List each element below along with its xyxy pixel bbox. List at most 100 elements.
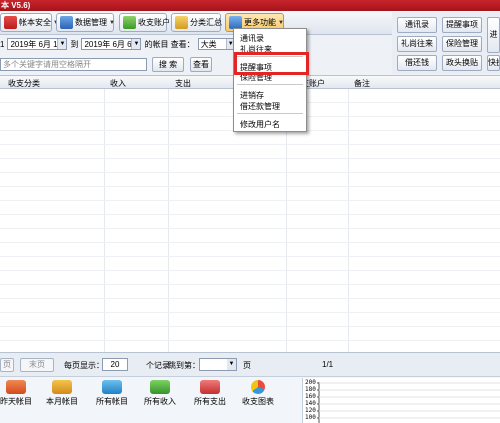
row-line: [0, 228, 500, 229]
toolbar-label: 分类汇总: [190, 18, 222, 27]
money-bag-icon: [123, 16, 136, 29]
row-line: [0, 172, 500, 173]
page-info: 1/1: [322, 360, 334, 369]
view-select[interactable]: 大类 ▼: [197, 38, 236, 50]
chart-shortcut[interactable]: 收支图表: [234, 380, 282, 407]
gift-exchange-button[interactable]: 礼尚往来: [397, 36, 437, 52]
database-icon: [60, 16, 73, 29]
jump-label: 跳到第：: [168, 361, 200, 370]
highlight-box: [234, 52, 309, 75]
toolbar-label: 收支账户: [138, 18, 170, 27]
insurance-button[interactable]: 保险管理: [442, 36, 482, 52]
row-line: [0, 312, 500, 313]
shortcut-label: 所有支出: [194, 397, 226, 406]
page-suffix: 页: [243, 361, 251, 370]
toolbar-label: 帐本安全: [19, 18, 51, 27]
column-header[interactable]: 收支分类: [8, 78, 40, 89]
column-divider: [168, 89, 169, 353]
column-header[interactable]: 备注: [354, 78, 370, 89]
swap-button[interactable]: 政头换贴: [442, 55, 482, 71]
menu-item-rename-user[interactable]: 修改用户名: [240, 119, 280, 130]
column-divider: [348, 89, 349, 353]
y-tick-label: 100: [305, 414, 316, 421]
chevron-down-icon[interactable]: ▼: [131, 39, 141, 49]
y-tick-label: 120: [305, 407, 316, 414]
view-button[interactable]: 查看: [190, 57, 212, 72]
date-filter-bar: 1 2019年 6月 1日 ▼ 到 2019年 6月 6日 ▼ 的帐目 查看： …: [0, 36, 392, 52]
yesterday-icon: [6, 380, 26, 394]
search-button[interactable]: 搜 索: [152, 57, 184, 72]
y-tick-label: 140: [305, 400, 316, 407]
row-line: [0, 256, 500, 257]
income-icon: [150, 380, 170, 394]
row-line: [0, 340, 500, 341]
expense-icon: [200, 380, 220, 394]
row-line: [0, 284, 500, 285]
shortcut-label: 收支图表: [242, 397, 274, 406]
mini-chart-axes: [317, 382, 500, 423]
month-icon: [52, 380, 72, 394]
y-tick-label: 160: [305, 393, 316, 400]
y-tick-label: 180: [305, 386, 316, 393]
row-line: [0, 214, 500, 215]
data-management-button[interactable]: 数据管理 ▼: [56, 13, 115, 32]
toolbar-label: 数据管理: [75, 18, 107, 27]
contacts-button[interactable]: 通讯录: [397, 17, 437, 33]
per-page-input[interactable]: 20: [102, 358, 128, 371]
pie-chart-icon: [251, 380, 265, 394]
toolbar-label: 更多功能: [244, 18, 276, 27]
red-shield-icon: [4, 16, 17, 29]
row-line: [0, 158, 500, 159]
shortcut-label: 所有帐目: [96, 397, 128, 406]
reminders-button[interactable]: 提醒事项: [442, 17, 482, 33]
to-label: 到: [70, 39, 79, 49]
menu-item-inventory[interactable]: 进销存: [240, 90, 264, 101]
column-header[interactable]: 支出: [175, 78, 191, 89]
quick-button[interactable]: 快捷: [487, 55, 500, 71]
chevron-down-icon[interactable]: ▼: [57, 39, 67, 49]
column-divider: [104, 89, 105, 353]
last-page-button[interactable]: 末页: [20, 358, 54, 372]
enter-button[interactable]: 进: [487, 17, 500, 53]
keyword-search-input[interactable]: 多个关键字请用空格隔开: [0, 58, 147, 71]
all-accounts-shortcut[interactable]: 所有帐目: [88, 380, 136, 407]
month-shortcut[interactable]: 本月帐目: [38, 380, 86, 407]
income-account-button[interactable]: 收支账户: [119, 13, 170, 32]
menu-item-loan-management[interactable]: 借还款管理: [240, 101, 280, 112]
filter-prefix: 1: [0, 39, 5, 49]
shortcut-label: 昨天帐目: [0, 397, 32, 406]
menu-separator: [237, 113, 303, 114]
y-tick-label: 200: [305, 379, 316, 386]
per-page-label: 每页显示：: [64, 361, 104, 370]
row-line: [0, 270, 500, 271]
shortcut-label: 本月帐目: [46, 397, 78, 406]
chevron-down-icon: ▼: [109, 19, 115, 26]
row-line: [0, 242, 500, 243]
view-label: 的帐目 查看：: [144, 39, 195, 49]
row-line: [0, 326, 500, 327]
column-header[interactable]: 收入: [110, 78, 126, 89]
pagination-bar: 页 末页 每页显示： 20 个记录 跳到第： ▼ 页 1/1: [0, 352, 500, 376]
window-title: 本 V5.6): [1, 1, 31, 10]
category-summary-button[interactable]: 分类汇总: [171, 13, 222, 32]
view-select-value: 大类: [200, 39, 217, 49]
summary-icon: [175, 16, 188, 29]
date-to-picker[interactable]: 2019年 6月 6日 ▼: [81, 38, 142, 50]
menu-separator: [237, 84, 303, 85]
borrow-return-button[interactable]: 借还钱: [397, 55, 437, 71]
prev-page-button[interactable]: 页: [0, 358, 14, 372]
menu-item-contacts[interactable]: 通讯录: [240, 33, 264, 44]
date-from-picker[interactable]: 2019年 6月 1日 ▼: [7, 38, 68, 50]
all-expense-shortcut[interactable]: 所有支出: [186, 380, 234, 407]
yesterday-shortcut[interactable]: 昨天帐目: [0, 380, 40, 407]
all-income-shortcut[interactable]: 所有收入: [136, 380, 184, 407]
more-functions-menu: 通讯录 礼尚往来 提醒事项 保险管理 进销存 借还款管理 修改用户名: [233, 28, 307, 132]
shortcut-label: 所有收入: [144, 397, 176, 406]
row-line: [0, 144, 500, 145]
search-bar: 多个关键字请用空格隔开 搜 索 查看: [0, 56, 392, 73]
account-security-button[interactable]: 帐本安全 ▼: [0, 13, 59, 32]
mini-chart: 200 180 160 140 120 100: [302, 378, 500, 423]
records-label: 个记录: [146, 361, 170, 370]
jump-page-select[interactable]: ▼: [199, 358, 237, 371]
title-bar: 本 V5.6): [0, 0, 500, 11]
